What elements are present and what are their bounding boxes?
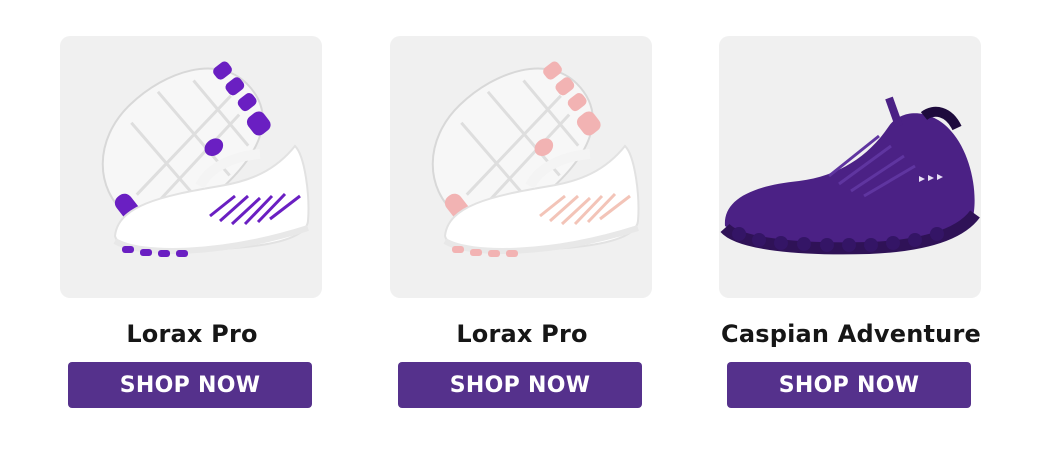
product-image-purple-shoe[interactable] bbox=[719, 36, 981, 298]
product-card: Lorax Pro SHOP NOW bbox=[60, 36, 324, 408]
product-image-white-purple-shoe[interactable] bbox=[60, 36, 322, 298]
shoe-image-icon bbox=[431, 61, 640, 257]
shop-now-button[interactable]: SHOP NOW bbox=[398, 362, 642, 408]
product-image-white-pink-shoe[interactable] bbox=[390, 36, 652, 298]
shoe-image-icon bbox=[720, 96, 980, 255]
product-name: Lorax Pro bbox=[126, 320, 258, 348]
shop-now-button[interactable]: SHOP NOW bbox=[727, 362, 971, 408]
product-card: Lorax Pro SHOP NOW bbox=[390, 36, 654, 408]
product-grid: Lorax Pro SHOP NOW Lorax Pro SHOP NOW Ca… bbox=[0, 0, 1053, 451]
product-card: Caspian Adventure SHOP NOW bbox=[719, 36, 983, 408]
product-name: Lorax Pro bbox=[456, 320, 588, 348]
product-name: Caspian Adventure bbox=[721, 320, 981, 348]
shop-now-button[interactable]: SHOP NOW bbox=[68, 362, 312, 408]
shoe-image-icon bbox=[101, 61, 310, 257]
